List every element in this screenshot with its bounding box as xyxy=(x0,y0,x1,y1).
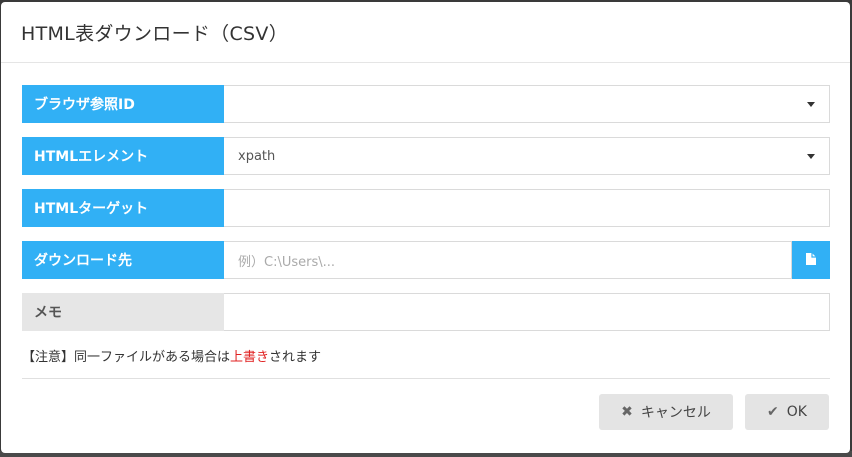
ok-label: OK xyxy=(786,404,807,420)
check-icon: ✔ xyxy=(767,404,779,420)
dialog-title: HTML表ダウンロード（CSV） xyxy=(21,22,288,45)
html-element-label: HTMLエレメント xyxy=(22,137,224,175)
notice-prefix: 【注意】同一ファイルがある場合は xyxy=(22,350,231,365)
html-element-value: xpath xyxy=(238,148,276,164)
download-to-label: ダウンロード先 xyxy=(22,241,224,279)
html-target-label: HTMLターゲット xyxy=(22,189,224,227)
html-element-row: HTMLエレメント xpath xyxy=(22,137,830,175)
browse-file-button[interactable] xyxy=(792,241,830,279)
notice-suffix: されます xyxy=(269,350,322,365)
memo-row: メモ xyxy=(22,293,830,331)
browser-id-select[interactable] xyxy=(224,85,830,123)
ok-button[interactable]: ✔ OK xyxy=(745,394,829,430)
cancel-label: キャンセル xyxy=(640,405,711,421)
dialog-header: HTML表ダウンロード（CSV） xyxy=(1,2,850,63)
x-icon: ✖ xyxy=(621,404,633,420)
html-target-row: HTMLターゲット xyxy=(22,189,830,227)
csv-download-dialog: HTML表ダウンロード（CSV） ブラウザ参照ID HTMLエレメント xpat… xyxy=(1,2,850,453)
browser-id-label: ブラウザ参照ID xyxy=(22,85,224,123)
download-to-placeholder: 例）C:\Users\... xyxy=(238,254,336,270)
memo-label: メモ xyxy=(22,293,224,331)
download-to-input[interactable]: 例）C:\Users\... xyxy=(224,241,792,279)
file-icon xyxy=(805,251,817,270)
browser-id-row: ブラウザ参照ID xyxy=(22,85,830,123)
html-target-input[interactable] xyxy=(224,189,830,227)
footer-divider xyxy=(22,378,830,379)
cancel-button[interactable]: ✖ キャンセル xyxy=(599,394,733,430)
overwrite-notice: 【注意】同一ファイルがある場合は上書きされます xyxy=(22,346,321,365)
download-to-row: ダウンロード先 例）C:\Users\... xyxy=(22,241,830,279)
memo-input[interactable] xyxy=(224,293,830,331)
html-element-select[interactable]: xpath xyxy=(224,137,830,175)
notice-highlight: 上書き xyxy=(230,350,270,365)
